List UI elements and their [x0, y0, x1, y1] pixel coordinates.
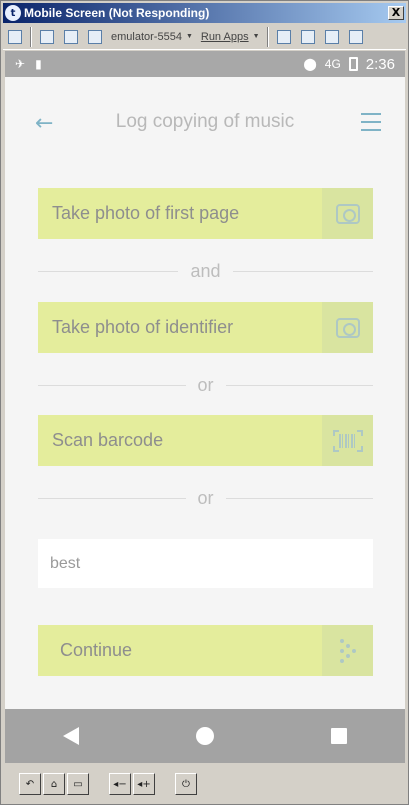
take-photo-first-page-button[interactable]: Take photo of first page	[38, 188, 373, 239]
status-time: 2:36	[365, 55, 395, 73]
first-page-label: Take photo of first page	[52, 203, 240, 223]
camera-icon	[322, 188, 373, 239]
window-titlebar[interactable]: t Mobile Screen (Not Responding) X	[3, 3, 406, 23]
recents-icon[interactable]: ▭	[67, 773, 89, 795]
identifier-label: Take photo of identifier	[52, 317, 234, 337]
emulator-toolbar: emulator-5554 ▼ Run Apps ▼	[3, 24, 406, 50]
scan-barcode-button[interactable]: Scan barcode	[38, 415, 373, 466]
monitor-icon[interactable]	[85, 27, 105, 47]
hamburger-menu-icon[interactable]	[361, 113, 381, 131]
zoom-icon[interactable]	[5, 27, 25, 47]
settings-icon[interactable]	[298, 27, 318, 47]
screenshot-icon[interactable]	[37, 27, 57, 47]
window-title: Mobile Screen (Not Responding)	[24, 6, 210, 20]
sd-card-icon: ▮	[35, 57, 42, 71]
emulator-window: t Mobile Screen (Not Responding) X emula…	[0, 0, 409, 805]
device-select[interactable]: emulator-5554 ▼	[107, 27, 197, 47]
device-info-icon[interactable]	[274, 27, 294, 47]
and-divider-label: and	[190, 260, 221, 281]
identifier-input[interactable]	[38, 539, 373, 588]
chevron-down-icon: ▼	[185, 33, 193, 40]
nav-home-icon[interactable]	[195, 727, 214, 745]
barcode-icon	[322, 415, 373, 466]
location-icon: ⬤	[303, 57, 317, 71]
continue-button[interactable]: Continue	[38, 625, 373, 676]
network-label: 4G	[324, 57, 341, 71]
battery-icon	[348, 57, 358, 71]
window-icon[interactable]	[346, 27, 366, 47]
run-apps-menu[interactable]: Run Apps ▼	[197, 27, 264, 47]
chevron-down-icon: ▼	[252, 33, 260, 40]
or-divider: or	[38, 487, 374, 509]
app-bar: ← Log copying of music	[5, 77, 405, 165]
toolbar-divider	[30, 26, 32, 47]
nav-recents-icon[interactable]	[330, 728, 347, 744]
page-title: Log copying of music	[115, 111, 295, 132]
take-photo-identifier-button[interactable]: Take photo of identifier	[38, 302, 373, 353]
or-divider-label: or	[197, 374, 214, 395]
dots-arrow-icon	[322, 625, 373, 676]
toolbar-divider	[266, 26, 269, 47]
back-icon[interactable]: ↶	[19, 773, 41, 795]
device-select-label: emulator-5554	[111, 30, 182, 43]
continue-label: Continue	[60, 640, 133, 660]
barcode-label: Scan barcode	[52, 430, 164, 450]
home-icon[interactable]: ⌂	[43, 773, 65, 795]
notification-icon: ✈	[15, 57, 26, 71]
app-icon: t	[5, 5, 21, 21]
emulator-bottom-toolbar: ↶ ⌂ ▭ ◂− ◂+ ⏻	[3, 766, 406, 802]
run-apps-label: Run Apps	[200, 30, 249, 43]
record-icon[interactable]	[61, 27, 81, 47]
and-divider: and	[38, 260, 374, 282]
device-screen: ✈ ▮ ⬤ 4G 2:36 ← Log copying of music Tak…	[5, 51, 405, 763]
camera-icon	[322, 302, 373, 353]
android-nav-bar	[5, 709, 405, 763]
close-button[interactable]: X	[388, 6, 404, 20]
layout-icon[interactable]	[322, 27, 342, 47]
android-status-bar: ✈ ▮ ⬤ 4G 2:36	[5, 51, 405, 77]
or-divider: or	[38, 374, 374, 396]
power-icon[interactable]: ⏻	[175, 773, 197, 795]
or-divider-label: or	[197, 487, 214, 508]
volume-up-icon[interactable]: ◂+	[133, 773, 155, 795]
nav-back-icon[interactable]	[63, 727, 80, 745]
volume-down-icon[interactable]: ◂−	[109, 773, 131, 795]
